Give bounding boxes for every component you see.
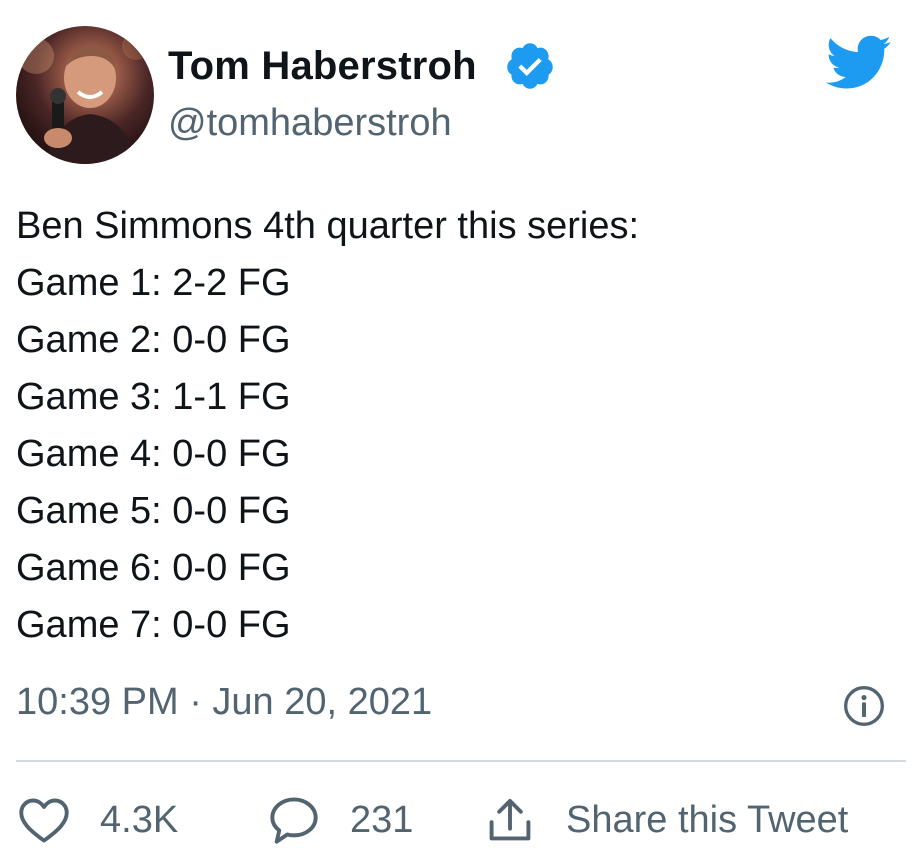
heart-icon: [19, 798, 69, 843]
tweet-line: Game 4: 0-0 FG: [16, 433, 291, 475]
share-icon: [489, 798, 531, 841]
reply-button[interactable]: 231: [268, 792, 413, 848]
tweet-timestamp[interactable]: 10:39 PM · Jun 20, 2021: [16, 678, 432, 726]
avatar[interactable]: [16, 26, 154, 164]
divider: [16, 760, 906, 762]
tweet-text: Ben Simmons 4th quarter this series: Gam…: [16, 198, 906, 654]
reply-count: 231: [350, 798, 414, 841]
like-button[interactable]: 4.3K: [18, 792, 178, 848]
like-count: 4.3K: [100, 798, 179, 841]
avatar-photo: [18, 32, 150, 164]
info-icon[interactable]: [842, 684, 886, 728]
tweet-line: Game 2: 0-0 FG: [16, 319, 291, 361]
share-button[interactable]: Share this Tweet: [484, 792, 848, 848]
verified-badge-icon: [507, 43, 553, 89]
tweet-line: Game 6: 0-0 FG: [16, 547, 291, 589]
user-handle[interactable]: @tomhaberstroh: [168, 100, 452, 146]
share-label: Share this Tweet: [566, 798, 849, 841]
tweet-line: Game 3: 1-1 FG: [16, 376, 291, 418]
twitter-bird-icon[interactable]: [826, 34, 892, 92]
tweet-line: Game 5: 0-0 FG: [16, 490, 291, 532]
reply-bubble-icon: [270, 797, 318, 844]
display-name[interactable]: Tom Haberstroh: [168, 42, 477, 90]
tweet-line: Game 7: 0-0 FG: [16, 604, 291, 646]
tweet-line: Ben Simmons 4th quarter this series:: [16, 205, 640, 247]
tweet-line: Game 1: 2-2 FG: [16, 262, 291, 304]
